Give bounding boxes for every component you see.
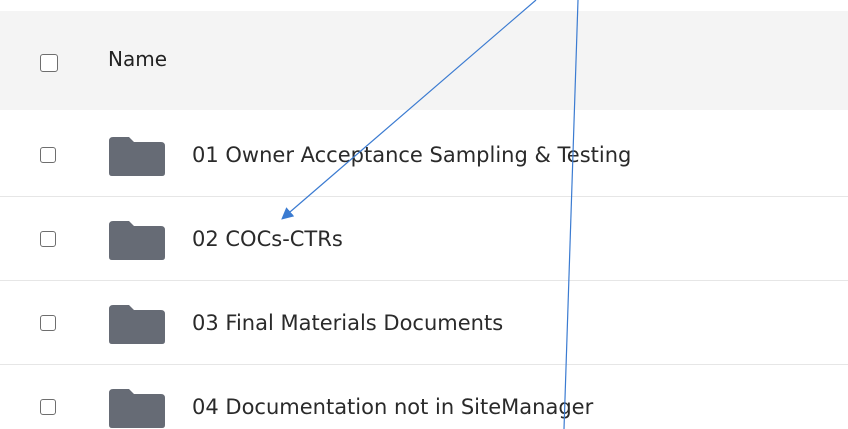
row-checkbox[interactable] <box>40 399 56 415</box>
folder-name[interactable]: 01 Owner Acceptance Sampling & Testing <box>192 138 631 172</box>
column-header-name[interactable]: Name <box>108 43 167 75</box>
folder-icon <box>109 305 165 344</box>
select-all-checkbox[interactable] <box>40 54 58 72</box>
folder-icon <box>109 137 165 176</box>
row-checkbox[interactable] <box>40 315 56 331</box>
file-list-page: Name 01 Owner Acceptance Sampling & Test… <box>0 0 848 429</box>
folder-name[interactable]: 04 Documentation not in SiteManager <box>192 390 593 424</box>
row-checkbox[interactable] <box>40 147 56 163</box>
table-row[interactable]: 02 COCs-CTRs <box>0 197 848 281</box>
table-row[interactable]: 04 Documentation not in SiteManager <box>0 365 848 429</box>
folder-icon <box>109 389 165 428</box>
folder-name[interactable]: 02 COCs-CTRs <box>192 222 343 256</box>
folder-name[interactable]: 03 Final Materials Documents <box>192 306 503 340</box>
folder-icon <box>109 221 165 260</box>
table-row[interactable]: 01 Owner Acceptance Sampling & Testing <box>0 113 848 197</box>
table-row[interactable]: 03 Final Materials Documents <box>0 281 848 365</box>
row-checkbox[interactable] <box>40 231 56 247</box>
table-header: Name <box>0 11 848 110</box>
